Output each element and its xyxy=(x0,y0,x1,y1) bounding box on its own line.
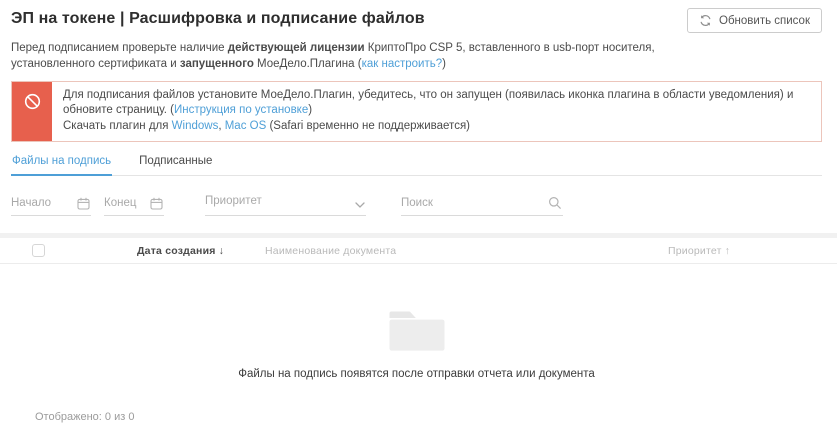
table-header-row: Дата создания ↓ Наименование документа Пр… xyxy=(0,237,837,264)
alert-download-text: Скачать плагин для Windows, Mac OS (Safa… xyxy=(63,119,817,134)
results-count: Отображено: 0 из 0 xyxy=(35,411,135,423)
inline-link[interactable]: Mac OS xyxy=(225,120,267,132)
text-segment: ) xyxy=(442,58,446,71)
alert-badge xyxy=(12,82,52,141)
inline-link[interactable]: Инструкция по установке xyxy=(174,104,308,116)
refresh-button-label: Обновить список xyxy=(719,14,810,27)
tab-signed[interactable]: Подписанные xyxy=(138,150,213,175)
text-segment: действующей лицензии xyxy=(227,42,365,54)
column-header-date[interactable]: Дата создания ↓ xyxy=(137,245,224,257)
sort-desc-arrow: ↓ xyxy=(218,244,225,257)
tab-bar: Файлы на подпись Подписанные xyxy=(11,150,822,176)
column-label: Дата создания xyxy=(137,244,216,257)
page-title: ЭП на токене | Расшифровка и подписание … xyxy=(11,10,425,27)
search-icon[interactable] xyxy=(548,196,562,215)
search-field[interactable] xyxy=(401,193,563,216)
column-header-document[interactable]: Наименование документа xyxy=(265,245,399,257)
sort-asc-arrow: ↑ xyxy=(724,244,731,257)
plugin-alert: Для подписания файлов установите МоеДело… xyxy=(11,81,822,142)
search-input[interactable] xyxy=(401,193,563,215)
inline-link[interactable]: Windows xyxy=(172,120,219,132)
top-bar: ЭП на токене | Расшифровка и подписание … xyxy=(11,8,822,33)
tab-files-to-sign[interactable]: Файлы на подпись xyxy=(11,150,113,176)
text-segment: МоеДело.Плагина ( xyxy=(253,58,362,71)
empty-state-message: Файлы на подпись появятся после отправки… xyxy=(238,367,595,380)
text-segment: ) xyxy=(308,104,313,117)
select-all-checkbox[interactable] xyxy=(32,243,45,257)
calendar-icon[interactable] xyxy=(77,197,90,215)
column-header-priority[interactable]: Приоритет ↑ xyxy=(668,245,730,257)
filter-bar: Приоритет xyxy=(11,188,822,216)
inline-link[interactable]: как настроить? xyxy=(362,58,443,70)
date-end-field[interactable] xyxy=(104,193,164,216)
folder-icon xyxy=(388,311,446,356)
priority-select[interactable]: Приоритет xyxy=(205,188,366,216)
alert-install-text: Для подписания файлов установите МоеДело… xyxy=(63,88,817,118)
no-entry-icon xyxy=(22,91,43,141)
intro-text: Перед подписанием проверьте наличие дейс… xyxy=(11,40,679,72)
calendar-icon[interactable] xyxy=(150,197,163,215)
text-segment: Для подписания файлов установите МоеДело… xyxy=(63,89,794,117)
chevron-down-icon xyxy=(355,195,365,213)
alert-body: Для подписания файлов установите МоеДело… xyxy=(52,82,821,141)
priority-placeholder: Приоритет xyxy=(205,194,262,207)
refresh-list-button[interactable]: Обновить список xyxy=(687,8,822,33)
text-segment: (Safari временно не поддерживается) xyxy=(266,119,470,132)
text-segment: Перед подписанием проверьте наличие xyxy=(11,42,228,54)
text-segment: запущенного xyxy=(179,58,254,71)
text-segment: Скачать плагин для xyxy=(63,119,172,132)
column-label: Наименование документа xyxy=(265,244,397,257)
empty-state: Файлы на подпись появятся после отправки… xyxy=(11,311,822,380)
refresh-icon xyxy=(699,14,712,27)
column-label: Приоритет xyxy=(668,244,722,257)
signing-page: ЭП на токене | Расшифровка и подписание … xyxy=(0,0,837,380)
date-start-field[interactable] xyxy=(11,193,91,216)
